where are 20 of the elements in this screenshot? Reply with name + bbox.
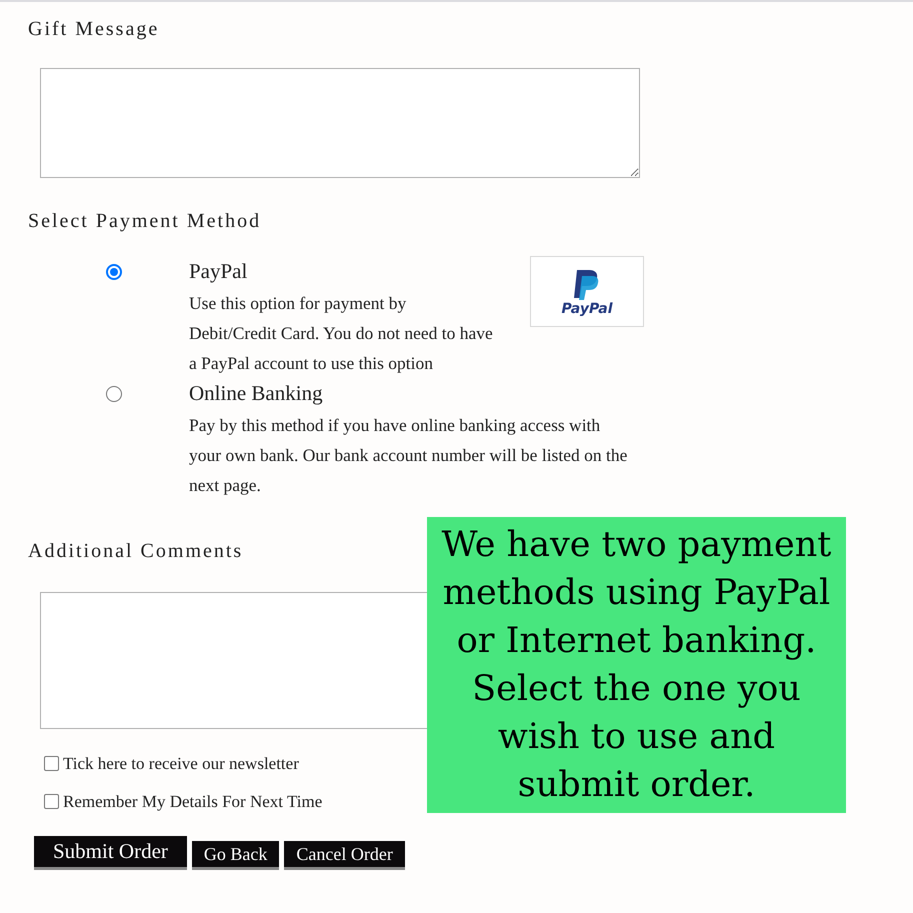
option-title: PayPal [189, 258, 248, 285]
checkbox-label: Tick here to receive our newsletter [63, 753, 299, 775]
checkbox-label: Remember My Details For Next Time [63, 790, 322, 813]
option-title: Online Banking [189, 380, 323, 407]
form-button[interactable]: Submit Order [34, 836, 187, 870]
option-description: Pay by this method if you have online banking access with your own bank. Our bank account number will be listed on the next page. [189, 414, 628, 497]
form-button[interactable]: Go Back [192, 841, 280, 870]
gift-message-field[interactable] [40, 68, 640, 178]
radio-button[interactable] [106, 386, 122, 402]
info-callout: We have two payment methods using PayPal or Internet banking. Select the one you wish to use and submit order. [427, 517, 846, 813]
comments-field[interactable] [40, 592, 427, 729]
checkbox[interactable] [44, 756, 59, 772]
radio-button[interactable] [106, 264, 122, 280]
form-button[interactable]: Cancel Order [284, 841, 405, 870]
logo-text: PayPal [561, 302, 613, 316]
section-heading: Select Payment Method [28, 209, 262, 234]
checkbox[interactable] [44, 794, 59, 809]
section-heading: Additional Comments [28, 539, 244, 564]
option-description: Use this option for payment by Debit/Credit Card. You do not need to have a PayPal account to use this option [189, 292, 494, 375]
section-heading: Gift Message [28, 17, 160, 42]
